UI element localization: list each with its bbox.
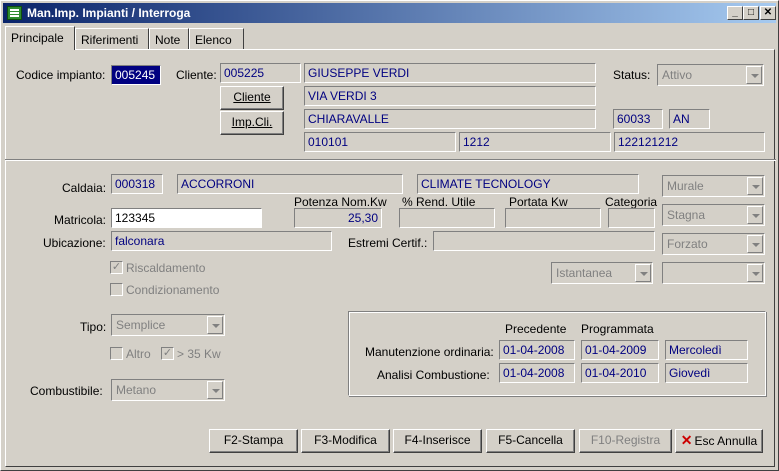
tipo-select[interactable]: Semplice xyxy=(111,314,225,336)
modifica-button[interactable]: F3-Modifica xyxy=(301,429,390,453)
matricola-input[interactable]: 123345 xyxy=(111,208,262,228)
matricola-label: Matricola: xyxy=(54,213,107,227)
chevron-down-icon xyxy=(747,235,763,253)
analisi-combustione-label: Analisi Combustione: xyxy=(377,368,490,382)
tab-principale[interactable]: Principale xyxy=(5,26,75,50)
maximize-button[interactable]: □ xyxy=(743,6,759,20)
tab-elenco[interactable]: Elenco xyxy=(189,28,244,49)
tipo-value: Semplice xyxy=(116,318,166,332)
ordinaria-day-field: Mercoledì xyxy=(665,340,748,360)
chevron-down-icon xyxy=(635,264,651,282)
status-label: Status: xyxy=(613,68,651,82)
cliente-label: Cliente: xyxy=(176,68,217,82)
chevron-down-icon xyxy=(747,264,763,282)
tiraggio-value: Forzato xyxy=(667,237,708,251)
caldaia-label: Caldaia: xyxy=(62,181,107,195)
caldaia-brand-field: ACCORRONI xyxy=(177,174,403,194)
codice-impianto-input[interactable]: 005245 xyxy=(111,65,161,85)
chevron-down-icon xyxy=(207,381,223,399)
caldaia-model-field: CLIMATE TECNOLOGY xyxy=(417,174,639,194)
impcli-button[interactable]: Imp.Cli. xyxy=(220,111,284,135)
estremi-certif-field xyxy=(433,231,655,251)
precedente-header: Precedente xyxy=(505,322,567,336)
tab-note[interactable]: Note xyxy=(149,28,189,49)
impcli-button-label: Imp.Cli. xyxy=(231,115,273,129)
over-35kw-label: > 35 Kw xyxy=(177,347,221,361)
chevron-down-icon xyxy=(747,177,763,195)
address-field: VIA VERDI 3 xyxy=(304,86,596,106)
altro-checkbox[interactable] xyxy=(110,347,123,360)
tab-riferimenti[interactable]: Riferimenti xyxy=(75,28,149,49)
estremi-certif-label: Estremi Certif.: xyxy=(348,236,428,250)
window-title: Man.Imp. Impianti / Interroga xyxy=(27,6,191,20)
cliente-button[interactable]: Cliente xyxy=(220,86,284,110)
produzione-select[interactable]: Istantanea xyxy=(551,262,653,284)
status-select[interactable]: Attivo xyxy=(657,64,764,86)
ordinaria-precedente-field: 01-04-2008 xyxy=(499,340,575,360)
potenza-label: Potenza Nom.Kw xyxy=(294,195,387,209)
over-35kw-checkbox[interactable]: ✓ xyxy=(161,347,174,360)
tiraggio-select[interactable]: Forzato xyxy=(662,233,765,255)
analisi-precedente-field: 01-04-2008 xyxy=(499,363,575,383)
portata-field xyxy=(505,208,601,228)
extra-field-1: 010101 xyxy=(304,132,456,152)
chevron-down-icon xyxy=(746,66,762,84)
altro-label: Altro xyxy=(126,347,151,361)
cliente-button-label: Cliente xyxy=(233,90,271,104)
inserisce-button[interactable]: F4-Inserisce xyxy=(393,429,482,453)
combustibile-label: Combustibile: xyxy=(30,384,103,398)
rend-utile-label: % Rend. Utile xyxy=(402,195,476,209)
city-field: CHIARAVALLE xyxy=(304,109,596,129)
stampa-button[interactable]: F2-Stampa xyxy=(209,429,298,453)
status-value: Attivo xyxy=(662,68,693,82)
ubicazione-field: falconara xyxy=(111,231,332,251)
close-button[interactable]: ✕ xyxy=(760,6,776,20)
camera-select[interactable]: Stagna xyxy=(662,204,765,226)
ubicazione-label: Ubicazione: xyxy=(43,236,106,250)
portata-label: Portata Kw xyxy=(509,195,568,209)
tipo-label: Tipo: xyxy=(80,320,107,334)
ordinaria-programmata-field: 01-04-2009 xyxy=(581,340,659,360)
tipo-montaggio-value: Murale xyxy=(667,179,704,193)
analisi-day-field: Giovedì xyxy=(665,363,748,383)
codice-impianto-label: Codice impianto: xyxy=(16,68,106,82)
annulla-label: Esc Annulla xyxy=(694,434,758,448)
camera-value: Stagna xyxy=(667,208,706,222)
prov-field: AN xyxy=(669,109,710,129)
categoria-field xyxy=(608,208,655,228)
cliente-name-field: GIUSEPPE VERDI xyxy=(304,63,596,83)
extra-field-3: 122121212 xyxy=(614,132,765,152)
analisi-programmata-field: 01-04-2010 xyxy=(581,363,659,383)
section-divider xyxy=(5,159,776,161)
title-bar: Man.Imp. Impianti / Interroga _ □ ✕ xyxy=(3,3,776,23)
programmata-header: Programmata xyxy=(581,322,654,336)
main-window: Man.Imp. Impianti / Interroga _ □ ✕ Prin… xyxy=(0,0,779,471)
riscaldamento-label: Riscaldamento xyxy=(126,261,206,275)
app-icon xyxy=(7,6,22,20)
cancella-button[interactable]: F5-Cancella xyxy=(486,429,575,453)
cap-field: 60033 xyxy=(613,109,663,129)
chevron-down-icon xyxy=(747,206,763,224)
chevron-down-icon xyxy=(207,316,223,334)
registra-button[interactable]: F10-Registra xyxy=(579,429,672,453)
combustibile-select[interactable]: Metano xyxy=(111,379,225,401)
minimize-button[interactable]: _ xyxy=(727,6,743,20)
manutenzione-ordinaria-label: Manutenzione ordinaria: xyxy=(365,345,494,359)
potenza-field: 25,30 xyxy=(294,208,382,228)
riscaldamento-checkbox[interactable]: ✓ xyxy=(110,261,123,274)
condizionamento-label: Condizionamento xyxy=(126,283,220,297)
rend-utile-field xyxy=(399,208,495,228)
categoria-label: Categoria xyxy=(605,195,658,209)
cliente-code-field: 005225 xyxy=(220,63,301,83)
condizionamento-checkbox[interactable] xyxy=(110,283,123,296)
extra-field-2: 1212 xyxy=(459,132,611,152)
produzione-value: Istantanea xyxy=(556,266,613,280)
caldaia-code-field: 000318 xyxy=(111,174,163,194)
combustibile-value: Metano xyxy=(116,383,157,397)
annulla-button[interactable]: ✕ Esc Annulla xyxy=(675,429,763,453)
cancel-x-icon: ✕ xyxy=(680,432,693,448)
extra-select[interactable] xyxy=(662,262,765,284)
tipo-montaggio-select[interactable]: Murale xyxy=(662,175,765,197)
